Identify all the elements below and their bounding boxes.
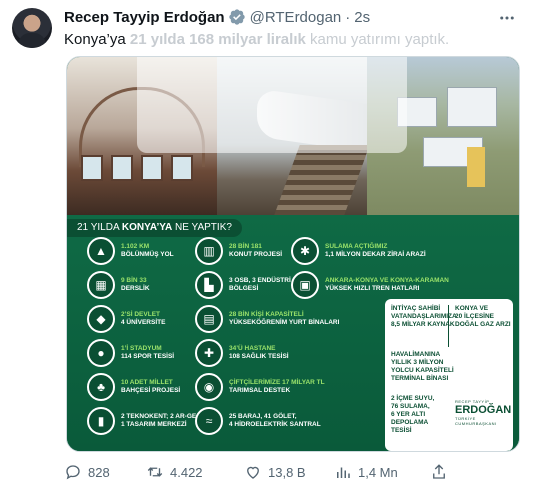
building-icon: ▥ <box>195 237 223 265</box>
dam-icon: ≈ <box>195 407 223 435</box>
info-item-dormitories: ▤ 28 BİN KİŞİ KAPASİTELİ YÜKSEKÖĞRENİM YU… <box>195 305 339 333</box>
info-item-dams: ≈ 25 BARAJ, 41 GÖLET, 4 HİDROELEKTRİK SAN… <box>195 407 321 435</box>
action-bar: 828 4.422 13,8 B 1,4 Mn <box>64 460 516 484</box>
share-button[interactable] <box>430 460 448 484</box>
info-item-roads: ▲ 1.102 KM BÖLÜNMÜŞ YOL <box>87 237 174 265</box>
more-options-icon[interactable] <box>497 8 517 28</box>
like-count: 13,8 B <box>268 464 306 480</box>
tree-icon: ♣ <box>87 373 115 401</box>
photo-collage <box>67 57 519 215</box>
retweet-button[interactable]: 4.422 <box>146 460 203 484</box>
info-item-industrial-zones: ▙ 3 OSB, 3 ENDÜSTRİ BÖLGESİ <box>195 271 291 299</box>
sprinkler-icon: ✱ <box>291 237 319 265</box>
info-panel: İNTİYAÇ SAHİBİ VATANDAŞLARIMIZA 8,5 MİLYAR… <box>385 299 513 451</box>
divider <box>448 305 449 347</box>
views-button[interactable]: 1,4 Mn <box>334 460 398 484</box>
industry-icon: ▙ <box>195 271 223 299</box>
tweet-text-prefix: Konya’ya <box>64 31 130 48</box>
tweet-text-bold: 21 yılda 168 milyar liralık <box>129 31 306 48</box>
tweet-text: Konya’ya 21 yılda 168 milyar liralık kam… <box>64 30 449 50</box>
like-button[interactable]: 13,8 B <box>244 460 306 484</box>
author-name[interactable]: Recep Tayyip Erdoğan <box>64 9 225 26</box>
verified-badge-icon <box>228 9 245 25</box>
author-handle[interactable]: @RTErdogan <box>250 9 342 26</box>
infographic: 21 YILDA KONYA’YA NE YAPTIK? ▲ 1.102 KM B… <box>67 215 519 451</box>
school-icon: ▦ <box>87 271 115 299</box>
avatar[interactable] <box>12 8 52 48</box>
dormitory-icon: ▤ <box>195 305 223 333</box>
road-icon: ▲ <box>87 237 115 265</box>
info-item-health: ✚ 34’Ü HASTANE 108 SAĞLIK TESİSİ <box>195 339 289 367</box>
views-count: 1,4 Mn <box>358 464 398 480</box>
info-item-sports: ● 1’İ STADYUM 114 SPOR TESİSİ <box>87 339 174 367</box>
tractor-icon: ◉ <box>195 373 223 401</box>
tweet-image[interactable]: 21 YILDA KONYA’YA NE YAPTIK? ▲ 1.102 KM B… <box>66 56 520 452</box>
infographic-title: 21 YILDA KONYA’YA NE YAPTIK? <box>67 219 242 237</box>
share-icon <box>433 464 445 479</box>
info-item-gardens: ♣ 10 ADET MİLLET BAHÇESİ PROJESİ <box>87 373 180 401</box>
factory-icon: ▮ <box>87 407 115 435</box>
heart-icon <box>247 466 259 479</box>
tweet[interactable]: Recep Tayyip Erdoğan @RTErdogan · 2s Kon… <box>0 0 533 488</box>
reply-icon <box>66 465 80 480</box>
stethoscope-icon: ✚ <box>195 339 223 367</box>
reply-button[interactable]: 828 <box>64 460 110 484</box>
reply-count: 828 <box>88 464 110 480</box>
timestamp[interactable]: 2s <box>354 9 370 26</box>
info-item-classrooms: ▦ 9 BİN 33 DERSLİK <box>87 271 150 299</box>
info-item-high-speed-rail: ▣ ANKARA-KONYA VE KONYA-KARAMAN YÜKSEK HI… <box>291 271 449 299</box>
retweet-count: 4.422 <box>170 464 203 480</box>
retweet-icon <box>147 467 163 477</box>
info-item-agriculture: ◉ ÇİFTÇİLERİMİZE 17 MİLYAR TL TARIMSAL DE… <box>195 373 325 401</box>
blurred-overlay <box>137 57 407 153</box>
tweet-text-rest: kamu yatırımı yaptık. <box>305 31 450 48</box>
info-item-housing: ▥ 28 BİN 181 KONUT PROJESİ <box>195 237 282 265</box>
info-item-irrigation: ✱ SULAMA AÇTIĞIMIZ 1,1 MİLYON DEKAR ZİRAİ… <box>291 237 426 265</box>
signature-logo: RECEP TAYYİP ERDOĞAN TÜRKİYE CUMHURBAŞKANI <box>455 399 512 426</box>
separator-dot: · <box>345 8 351 26</box>
info-item-universities: ◆ 2’Sİ DEVLET 4 ÜNİVERSİTE <box>87 305 165 333</box>
stadium-icon: ● <box>87 339 115 367</box>
graduation-cap-icon: ◆ <box>87 305 115 333</box>
train-icon: ▣ <box>291 271 319 299</box>
tweet-header: Recep Tayyip Erdoğan @RTErdogan · 2s <box>64 7 370 27</box>
info-item-technopark: ▮ 2 TEKNOKENT; 2 AR-GE, 1 TASARIM MERKEZİ <box>87 407 198 435</box>
views-icon <box>337 467 350 478</box>
